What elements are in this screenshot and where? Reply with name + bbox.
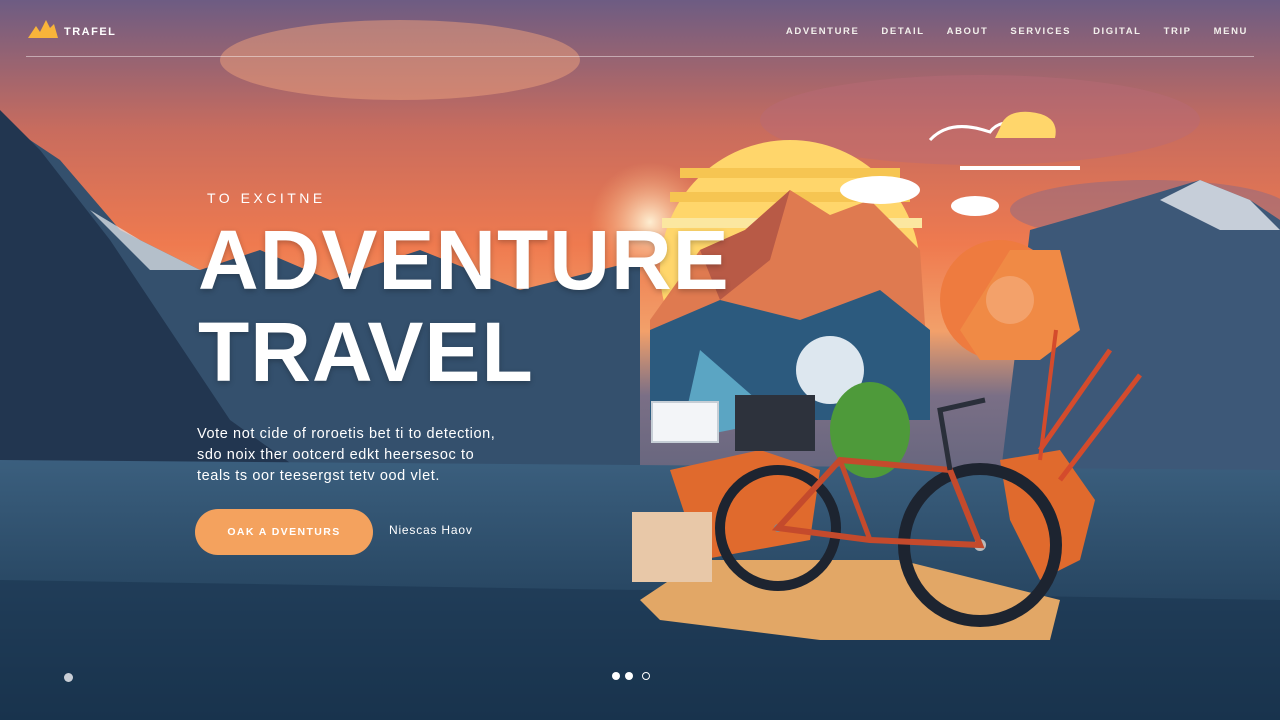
nav-item-adventure[interactable]: ADVENTURE [786,26,860,37]
carousel-dot-3[interactable] [642,672,650,680]
scroll-indicator[interactable] [64,673,73,682]
nav-item-detail[interactable]: DETAIL [881,26,924,37]
carousel-dot-1[interactable] [612,672,620,680]
hero-eyebrow: TO EXCITNE [207,190,326,206]
site-header: TRAFEL ADVENTURE DETAIL ABOUT SERVICES D… [0,0,1280,62]
mountain-logo-icon [28,18,58,45]
hero-description-line-2: sdo noix ther ootcerd edkt heersesoc to [197,447,475,463]
nav-item-about[interactable]: ABOUT [947,26,989,37]
hero-title: ADVENTURE TRAVEL [198,214,730,398]
carousel-dot-2[interactable] [625,672,633,680]
brand-logo[interactable]: TRAFEL [28,18,116,45]
brand-name: TRAFEL [64,25,117,38]
hero-title-line-2: TRAVEL [198,305,534,399]
hero-description: Vote not cide of roroetis bet ti to dete… [197,424,627,487]
secondary-link[interactable]: Niescas Haov [389,523,473,537]
main-nav: ADVENTURE DETAIL ABOUT SERVICES DIGITAL … [786,26,1248,37]
hero-title-line-1: ADVENTURE [198,213,730,307]
nav-item-trip[interactable]: TRIP [1164,26,1192,37]
nav-item-services[interactable]: SERVICES [1010,26,1071,37]
header-divider [26,56,1254,57]
nav-item-digital[interactable]: DIGITAL [1093,26,1142,37]
carousel-dots [612,672,650,680]
hero-description-line-1: Vote not cide of roroetis bet ti to dete… [197,426,496,442]
nav-item-menu[interactable]: MENU [1214,26,1248,37]
book-adventure-button[interactable]: OAK A DVENTURS [195,509,373,555]
hero-description-line-3: teals ts oor teesergst tetv ood vlet. [197,468,441,484]
